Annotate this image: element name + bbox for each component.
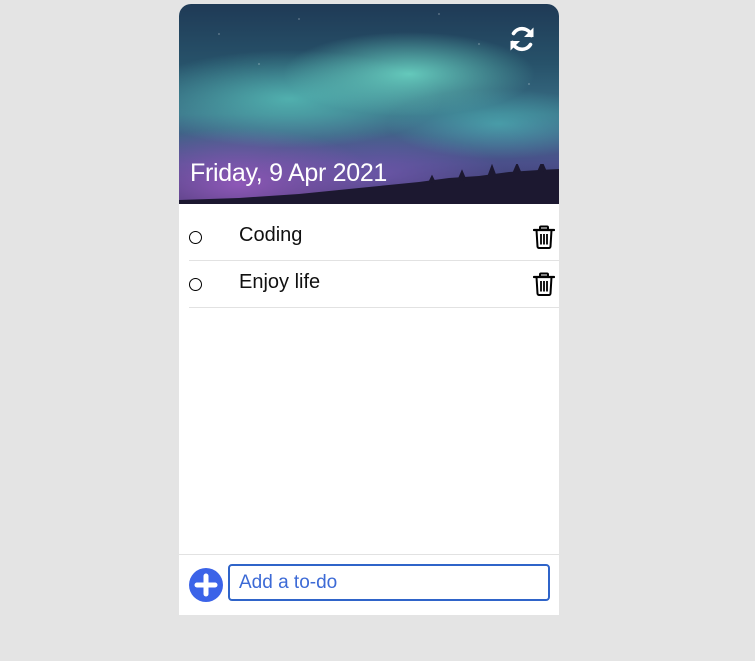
todo-label: Coding <box>239 224 303 246</box>
add-todo-input[interactable] <box>228 564 550 601</box>
add-todo-bar <box>179 554 559 615</box>
todo-list: Coding Enjoy life <box>189 214 559 308</box>
delete-todo-button[interactable] <box>532 225 556 249</box>
add-todo-button[interactable] <box>189 568 223 602</box>
todo-item: Coding <box>189 214 559 261</box>
header-banner: Friday, 9 Apr 2021 <box>179 4 559 204</box>
circle-outline-icon[interactable] <box>189 278 202 291</box>
refresh-icon <box>510 26 534 52</box>
plus-circle-icon <box>194 573 218 597</box>
todo-item: Enjoy life <box>189 261 559 308</box>
circle-outline-icon[interactable] <box>189 231 202 244</box>
current-date: Friday, 9 Apr 2021 <box>190 159 388 187</box>
todo-app: Friday, 9 Apr 2021 Coding Enjoy life <box>179 4 559 615</box>
trash-icon <box>532 272 556 296</box>
todo-label: Enjoy life <box>239 271 321 293</box>
delete-todo-button[interactable] <box>532 272 556 296</box>
trash-icon <box>532 225 556 249</box>
refresh-button[interactable] <box>507 24 537 54</box>
